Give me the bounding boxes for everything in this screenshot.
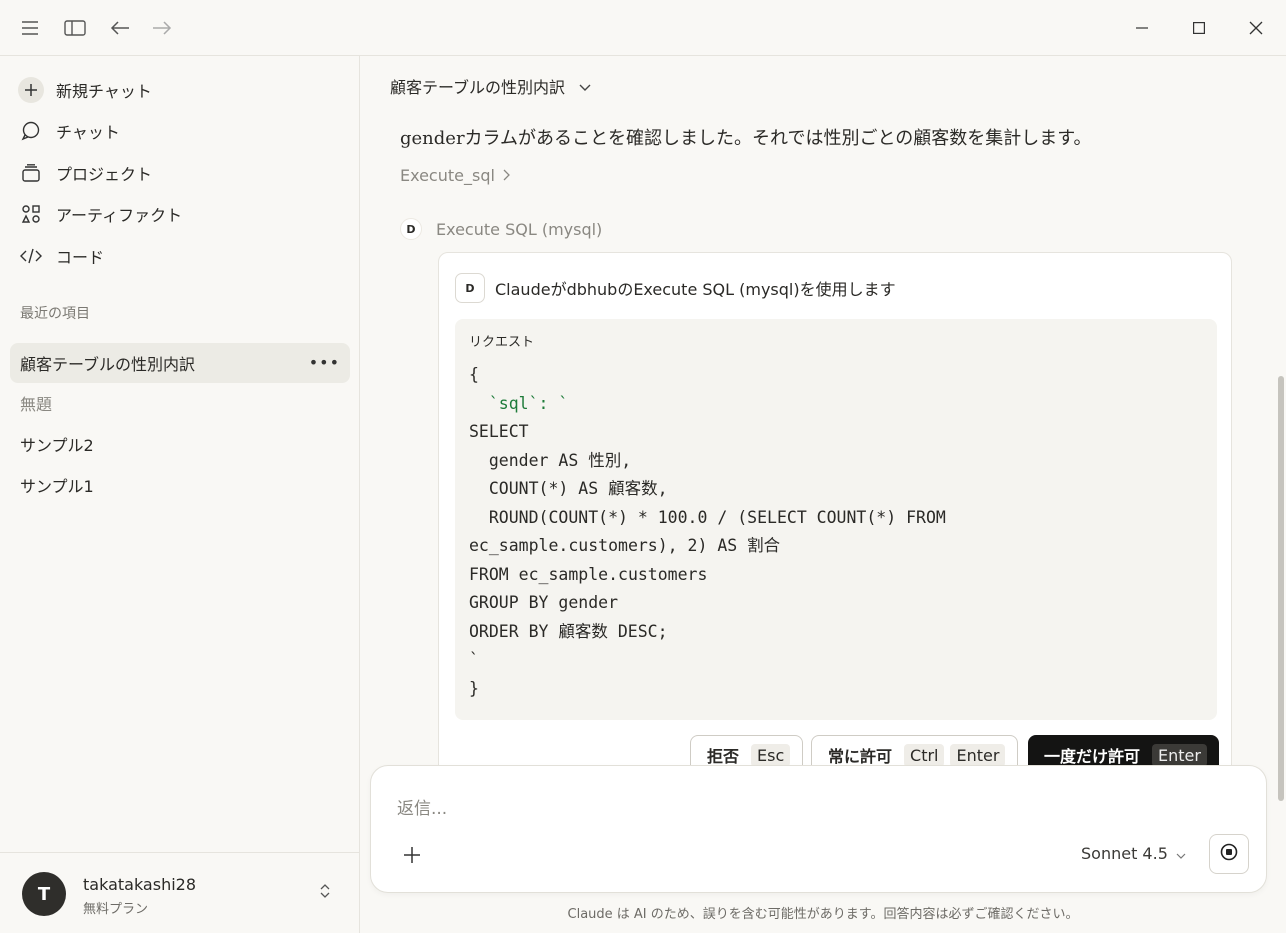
user-name: takatakashi28 (83, 875, 197, 894)
sidebar-item-label: チャット (56, 123, 120, 142)
sidebar-toggle-icon[interactable] (61, 14, 89, 42)
sidebar-item-label: 新規チャット (56, 82, 152, 101)
code-line: { (469, 365, 479, 384)
tool-header: D Execute SQL (mysql) (400, 218, 602, 240)
disclaimer: Claude は AI のため、誤りを含む可能性があります。回答内容は必ずご確認… (567, 907, 1079, 922)
request-label: リクエスト (469, 335, 535, 350)
chevron-down-icon (579, 77, 591, 96)
avatar: T (22, 872, 66, 916)
arrow-left-icon[interactable] (106, 14, 134, 42)
code-line: COUNT(*) AS 顧客数, (469, 479, 668, 498)
permission-card: D ClaudeがdbhubのExecute SQL (mysql)を使用します… (438, 252, 1232, 812)
reply-input-box[interactable]: 返信... Sonnet 4.5 (370, 765, 1267, 893)
sidebar-item-projects[interactable]: プロジェクト (10, 155, 350, 191)
more-options-icon[interactable]: ••• (309, 353, 340, 372)
sidebar-item-new-chat[interactable]: 新規チャット (10, 72, 350, 108)
code-line: `sql`: ` (469, 393, 569, 413)
recent-chat-label: 顧客テーブルの性別内訳 (20, 355, 196, 374)
code-line: ec_sample.customers), 2) AS 割合 (469, 536, 781, 555)
reply-input[interactable]: 返信... (397, 794, 447, 819)
recent-chat-label: サンプル1 (20, 477, 94, 496)
stop-icon (1220, 843, 1238, 865)
sidebar-item-label: コード (56, 248, 105, 267)
folder-stack-icon (16, 158, 46, 188)
close-icon[interactable] (1236, 10, 1276, 46)
tool-call-link[interactable]: Execute_sql (400, 166, 510, 185)
recent-chat-item[interactable]: 無題 (10, 383, 350, 423)
sidebar: 新規チャット チャット プロジェクト アーティファクト コード 最近の項目 顧客… (0, 56, 360, 933)
chevron-down-icon (1176, 844, 1186, 863)
user-menu[interactable]: T takatakashi28 無料プラン (0, 852, 359, 933)
artifacts-icon (16, 199, 46, 229)
tool-header-label: Execute SQL (mysql) (436, 219, 603, 239)
shortcut-key: Ctrl (904, 743, 945, 767)
tool-call-label: Execute_sql (400, 166, 495, 185)
always-allow-label: 常に許可 (828, 747, 893, 766)
tool-badge: D (400, 218, 422, 240)
recent-chat-item[interactable]: サンプル2 (10, 424, 350, 464)
chevron-up-down-icon (320, 883, 330, 903)
plus-icon (16, 75, 46, 105)
recent-section-label: 最近の項目 (20, 306, 90, 322)
code-icon (16, 241, 46, 271)
hamburger-icon[interactable] (16, 14, 44, 42)
add-attachment-icon[interactable] (399, 842, 425, 868)
chat-title: 顧客テーブルの性別内訳 (390, 78, 566, 97)
deny-label: 拒否 (707, 747, 740, 766)
sidebar-item-artifacts[interactable]: アーティファクト (10, 196, 350, 232)
chevron-right-icon (503, 166, 510, 185)
code-line: FROM ec_sample.customers (469, 564, 708, 584)
arrow-right-icon[interactable] (148, 14, 176, 42)
code-line: gender AS 性別, (469, 450, 632, 470)
main-panel: 顧客テーブルの性別内訳 genderカラムがあることを確認しました。それでは性別… (360, 56, 1286, 933)
sidebar-item-label: プロジェクト (56, 165, 153, 184)
chat-title-menu[interactable]: 顧客テーブルの性別内訳 (390, 74, 591, 98)
shortcut-key: Enter (1152, 743, 1207, 767)
sidebar-item-code[interactable]: コード (10, 238, 350, 274)
code-line: } (469, 678, 479, 698)
stop-button[interactable] (1209, 834, 1249, 874)
scrollbar[interactable] (1278, 376, 1284, 801)
model-name: Sonnet 4.5 (1081, 844, 1168, 863)
maximize-icon[interactable] (1179, 10, 1219, 46)
shortcut-key: Esc (751, 743, 791, 767)
sidebar-item-label: アーティファクト (56, 206, 183, 225)
code-line: ORDER BY 顧客数 DESC; (469, 621, 668, 641)
assistant-message: genderカラムがあることを確認しました。それでは性別ごとの顧客数を集計します… (400, 128, 1092, 149)
code-line: SELECT (469, 422, 529, 441)
sidebar-item-chats[interactable]: チャット (10, 113, 350, 149)
model-selector[interactable]: Sonnet 4.5 (1081, 844, 1186, 863)
tool-badge: D (455, 273, 485, 303)
permission-heading: D ClaudeがdbhubのExecute SQL (mysql)を使用します (455, 273, 896, 303)
recent-chat-label: サンプル2 (20, 436, 94, 455)
minimize-icon[interactable] (1122, 10, 1162, 46)
request-code: { `sql`: ` SELECT gender AS 性別, COUNT(*) … (469, 361, 946, 703)
code-line: GROUP BY gender (469, 593, 619, 612)
title-bar (0, 0, 1286, 56)
request-box: リクエスト { `sql`: ` SELECT gender AS 性別, COU… (455, 319, 1217, 720)
recent-chat-item[interactable]: 顧客テーブルの性別内訳 ••• (10, 343, 350, 383)
allow-once-label: 一度だけ許可 (1044, 747, 1141, 766)
user-plan: 無料プラン (83, 902, 149, 917)
shortcut-key: Enter (950, 743, 1006, 767)
recent-chat-item[interactable]: サンプル1 (10, 465, 350, 505)
recent-chat-label: 無題 (20, 395, 53, 414)
code-line: ROUND(COUNT(*) * 100.0 / (SELECT COUNT(*… (469, 507, 946, 527)
permission-heading-text: ClaudeがdbhubのExecute SQL (mysql)を使用します (495, 280, 896, 299)
code-line: ` (469, 650, 479, 669)
chat-bubble-icon (16, 116, 46, 146)
